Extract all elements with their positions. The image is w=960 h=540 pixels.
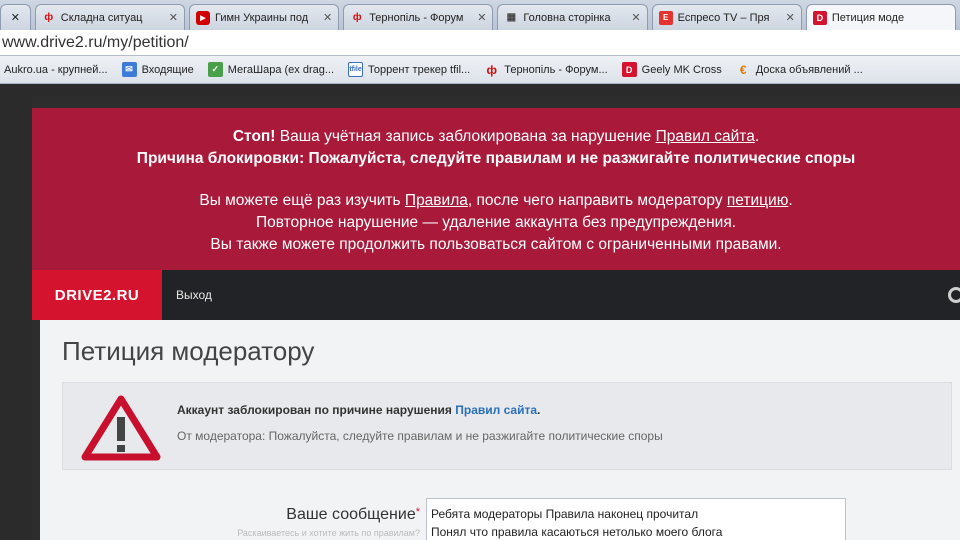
tab-close-icon[interactable]: ✕ <box>477 11 486 24</box>
tern-forum-icon: ф <box>352 12 362 23</box>
logout-link[interactable]: Выход <box>176 288 212 302</box>
drive2-icon: D <box>812 10 827 25</box>
banner-line-5: Вы также можете продолжить пользоваться … <box>32 234 960 256</box>
rules-link[interactable]: Правил сайта <box>455 403 537 417</box>
bookmark-ternopil-forum[interactable]: ф Тернопіль - Форум... <box>484 62 607 77</box>
tab-label: Еспресо TV – Пря <box>677 11 770 24</box>
banner-line-3: Вы можете ещё раз изучить Правила, после… <box>32 190 960 212</box>
tab-skladna-sytuatsiia[interactable]: ф Складна ситуац ✕ <box>34 4 185 30</box>
tfile-icon: tfile <box>348 62 364 77</box>
tab-close-icon[interactable]: ✕ <box>323 11 332 24</box>
main-content: Петиция модератору Аккаунт заблокирован … <box>40 320 960 540</box>
site-viewport: Стоп! Ваша учётная запись заблокирована … <box>32 96 960 540</box>
tern-forum-icon: ф <box>486 62 497 77</box>
tab-ternopil-forum[interactable]: ф Тернопіль - Форум ✕ <box>343 4 494 30</box>
bookmarks-bar: Aukro.ua - крупней... ✉ Входящие ✓ МегаШ… <box>0 56 960 84</box>
block-banner: Стоп! Ваша учётная запись заблокирована … <box>32 108 960 270</box>
bookmark-label: МегаШара (ex drag... <box>227 63 335 76</box>
bookmark-label: Доска объявлений ... <box>755 63 863 76</box>
tab-label: Гимн Украины под <box>215 11 309 24</box>
browser-tab-bar: ✕ ф Складна ситуац ✕ ▶ Гимн Украины под … <box>0 0 960 30</box>
tab-label: Тернопіль - Форум <box>369 11 464 24</box>
banner-stop: Стоп! <box>232 128 276 145</box>
bookmark-label: Aukro.ua - крупней... <box>4 63 108 76</box>
tab-close-icon[interactable]: ✕ <box>169 11 178 24</box>
tab-close-icon[interactable]: ✕ <box>631 11 640 24</box>
bookmark-vkhodiashchie[interactable]: ✉ Входящие <box>121 62 194 77</box>
banner-text: Вы также можете продолжить пользоваться … <box>210 236 782 253</box>
tab-petitsiia-moderatoru[interactable]: D Петиция моде <box>805 4 957 30</box>
message-label: Ваше сообщение* <box>240 506 420 524</box>
tab-label: Складна ситуац <box>60 11 143 24</box>
tern-forum-icon: ф <box>44 12 54 23</box>
tab-close-left[interactable]: ✕ <box>0 4 31 30</box>
mail-icon: ✉ <box>121 62 137 77</box>
tab-espreso-tv[interactable]: Е Еспресо TV – Пря ✕ <box>651 4 802 30</box>
message-textarea[interactable]: Ребята модераторы Правила наконец прочит… <box>426 498 846 540</box>
bookmark-tfile[interactable]: tfile Торрент трекер tfil... <box>348 62 470 77</box>
bookmark-label: Geely MK Cross <box>641 63 722 76</box>
banner-text: , после чего направить модератору <box>467 192 727 209</box>
required-marker: * <box>415 506 420 518</box>
tab-gimn-ukrainy[interactable]: ▶ Гимн Украины под ✕ <box>189 4 340 30</box>
tab-label: Петиция моде <box>831 11 905 24</box>
url-text[interactable]: www.drive2.ru/my/petition/ <box>0 34 189 52</box>
bookmark-aukro[interactable]: Aukro.ua - крупней... <box>4 64 108 76</box>
message-label-text: Ваше сообщение <box>286 506 416 523</box>
search-icon[interactable] <box>948 287 960 303</box>
warning-icon <box>81 395 161 461</box>
punct: . <box>788 192 793 209</box>
doska-icon: € <box>739 62 747 77</box>
address-bar[interactable]: www.drive2.ru/my/petition/ <box>0 30 960 56</box>
youtube-icon: ▶ <box>196 10 210 25</box>
bookmark-label: Тернопіль - Форум... <box>504 63 608 76</box>
bookmark-label: Входящие <box>141 63 194 76</box>
alert-text: Аккаунт заблокирован по причине нарушени… <box>177 403 456 417</box>
rules-link[interactable]: Правил сайта <box>656 128 755 145</box>
rules-link[interactable]: Правила <box>405 192 468 209</box>
grid-icon: ▦ <box>506 12 517 23</box>
site-navbar: DRIVE2.RU Выход <box>32 270 960 320</box>
moderator-reason: От модератора: Пожалуйста, следуйте прав… <box>177 429 663 443</box>
drive2-logo[interactable]: DRIVE2.RU <box>32 270 162 320</box>
tab-holovna-storinka[interactable]: ▦ Головна сторінка ✕ <box>497 4 648 30</box>
banner-line-4: Повторное нарушение — удаление аккаунта … <box>32 212 960 234</box>
banner-text: Повторное нарушение — удаление аккаунта … <box>255 214 737 231</box>
page-title: Петиция модератору <box>62 336 315 366</box>
block-alert: Аккаунт заблокирован по причине нарушени… <box>62 382 952 470</box>
punct: . <box>754 128 760 145</box>
banner-text: Вы можете ещё раз изучить <box>199 192 405 209</box>
bookmark-label: Торрент трекер tfil... <box>368 63 471 76</box>
bookmark-geely[interactable]: D Geely MK Cross <box>621 62 722 77</box>
punct: . <box>537 403 541 417</box>
message-hint: Раскаиваетесь и хотите жить по правилам? <box>237 528 420 538</box>
tab-label: Головна сторінка <box>523 11 611 24</box>
bookmark-doska[interactable]: € Доска объявлений ... <box>736 62 863 77</box>
petition-link[interactable]: петицию <box>727 192 788 209</box>
drive2-icon: D <box>621 62 637 77</box>
block-reason: Причина блокировки: Пожалуйста, следуйте… <box>136 150 856 167</box>
alert-message: Аккаунт заблокирован по причине нарушени… <box>177 403 540 417</box>
espreso-icon: Е <box>658 10 673 25</box>
bookmark-megashara[interactable]: ✓ МегаШара (ex drag... <box>207 62 335 77</box>
tab-close-icon[interactable]: ✕ <box>786 11 795 24</box>
megashara-icon: ✓ <box>207 62 223 77</box>
banner-text: Ваша учётная запись заблокирована за нар… <box>275 128 656 145</box>
close-icon[interactable]: ✕ <box>11 11 20 24</box>
banner-line-2: Причина блокировки: Пожалуйста, следуйте… <box>32 148 960 170</box>
banner-line-1: Стоп! Ваша учётная запись заблокирована … <box>32 126 960 148</box>
